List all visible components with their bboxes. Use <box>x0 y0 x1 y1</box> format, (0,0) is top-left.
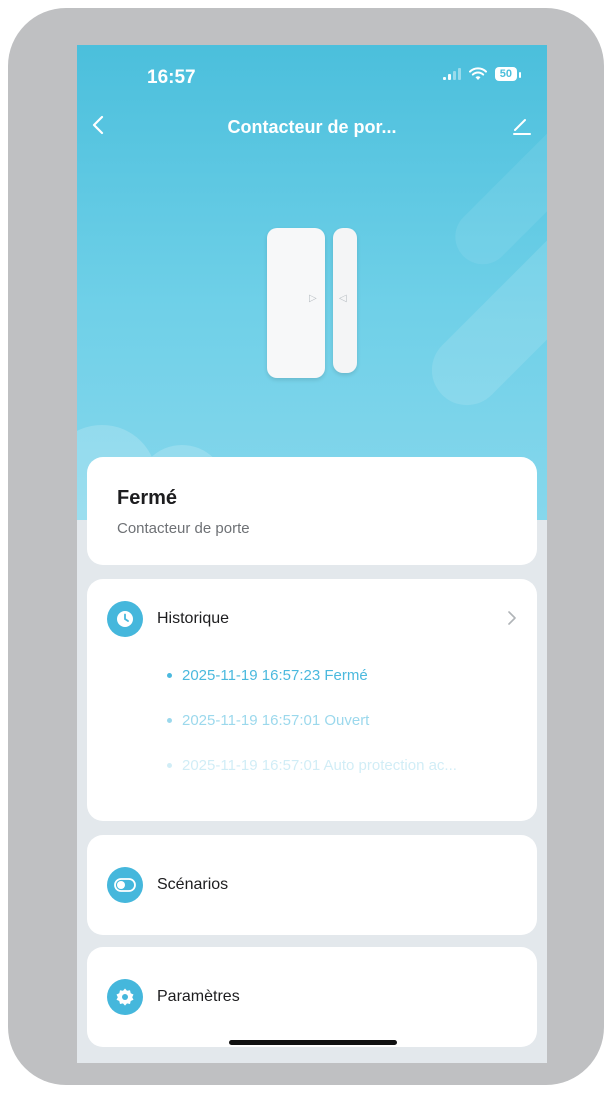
status-time: 16:57 <box>147 67 196 88</box>
toggle-icon <box>107 867 143 903</box>
edit-button[interactable] <box>511 115 533 142</box>
sensor-magnet: ◁ <box>333 228 357 373</box>
chevron-right-icon <box>507 610 517 631</box>
device-state: Fermé <box>117 487 178 509</box>
device-type: Contacteur de porte <box>117 520 250 537</box>
history-list: 2025-11-19 16:57:23 Fermé 2025-11-19 16:… <box>167 667 517 802</box>
app-screen: 16:57 50 Contacteur de por... ▷ ◁ Fermé … <box>77 45 547 1063</box>
settings-row[interactable]: Paramètres <box>107 979 517 1019</box>
home-indicator <box>229 1040 397 1045</box>
pencil-icon <box>513 119 531 135</box>
history-row[interactable]: Historique <box>107 601 517 641</box>
page-title: Contacteur de por... <box>227 117 397 137</box>
scenarios-label: Scénarios <box>157 876 229 893</box>
wifi-icon <box>468 67 487 80</box>
device-status-card: Fermé Contacteur de porte <box>87 457 537 565</box>
history-item: 2025-11-19 16:57:01 Ouvert <box>167 712 517 757</box>
gear-icon <box>107 979 143 1015</box>
settings-card[interactable]: Paramètres <box>87 947 537 1047</box>
status-bar: 16:57 50 <box>77 45 547 105</box>
nav-bar: Contacteur de por... <box>77 107 547 151</box>
history-item: 2025-11-19 16:57:01 Auto protection ac..… <box>167 757 517 802</box>
scenarios-row[interactable]: Scénarios <box>107 867 517 907</box>
settings-label: Paramètres <box>157 988 240 1005</box>
sensor-body: ▷ <box>267 228 325 378</box>
signal-icon <box>442 68 461 80</box>
scenarios-card[interactable]: Scénarios <box>87 835 537 935</box>
history-label: Historique <box>157 610 230 627</box>
history-card: Historique 2025-11-19 16:57:23 Fermé 202… <box>87 579 537 821</box>
clock-icon <box>107 601 143 637</box>
battery-icon: 50 <box>494 67 522 81</box>
device-hero: 16:57 50 Contacteur de por... ▷ ◁ <box>77 45 547 520</box>
history-item: 2025-11-19 16:57:23 Fermé <box>167 667 517 712</box>
